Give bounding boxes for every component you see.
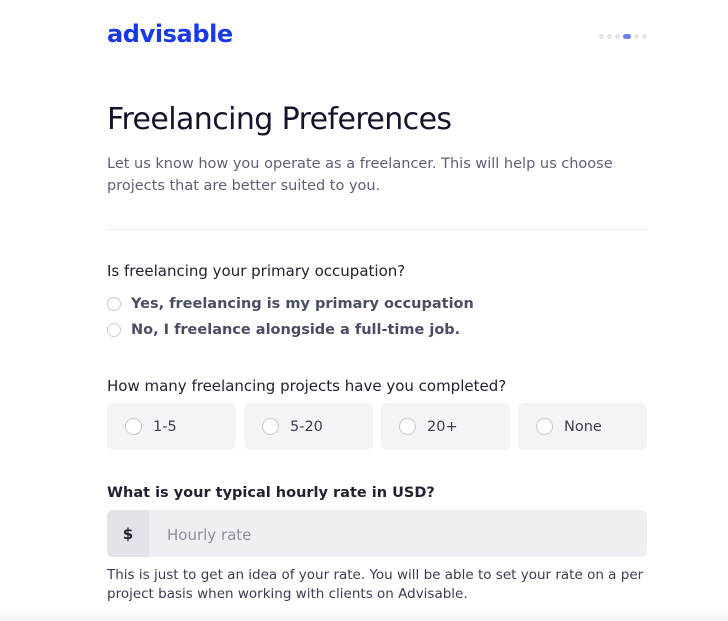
projects-option-none[interactable]: None xyxy=(518,403,647,450)
option-label: 20+ xyxy=(427,418,458,435)
hourly-rate-input[interactable] xyxy=(149,510,647,557)
progress-dot xyxy=(615,34,620,39)
projects-option-5-20[interactable]: 5-20 xyxy=(244,403,373,450)
projects-completed-options: 1-5 5-20 20+ None xyxy=(107,403,647,450)
radio-icon[interactable] xyxy=(125,418,142,435)
option-label: No, I freelance alongside a full-time jo… xyxy=(131,322,461,338)
radio-icon[interactable] xyxy=(107,323,121,337)
page-subtitle: Let us know how you operate as a freelan… xyxy=(107,156,613,194)
projects-option-20-plus[interactable]: 20+ xyxy=(381,403,510,450)
primary-occupation-option-yes[interactable]: Yes, freelancing is my primary occupatio… xyxy=(107,294,474,314)
progress-dots xyxy=(599,34,647,39)
progress-dot-current xyxy=(623,34,631,39)
option-label: Yes, freelancing is my primary occupatio… xyxy=(131,296,474,312)
progress-dot xyxy=(634,34,639,39)
section-divider xyxy=(107,229,647,230)
projects-option-1-5[interactable]: 1-5 xyxy=(107,403,236,450)
advisable-logo[interactable]: advisable xyxy=(107,19,233,49)
top-bar: advisable xyxy=(107,18,647,52)
bottom-fade xyxy=(0,607,728,621)
projects-completed-question: How many freelancing projects have you c… xyxy=(107,377,507,395)
radio-icon[interactable] xyxy=(262,418,279,435)
radio-icon[interactable] xyxy=(399,418,416,435)
primary-occupation-option-no[interactable]: No, I freelance alongside a full-time jo… xyxy=(107,320,460,340)
option-label: 1-5 xyxy=(153,418,177,435)
progress-dot xyxy=(607,34,612,39)
progress-dot xyxy=(642,34,647,39)
primary-occupation-question: Is freelancing your primary occupation? xyxy=(107,262,406,280)
radio-icon[interactable] xyxy=(107,297,121,311)
option-label: 5-20 xyxy=(290,418,323,435)
hourly-rate-question: What is your typical hourly rate in USD? xyxy=(107,485,435,501)
hourly-rate-field[interactable]: $ xyxy=(107,510,647,557)
currency-prefix: $ xyxy=(107,510,149,557)
page-title: Freelancing Preferences xyxy=(107,102,452,137)
hourly-rate-help-text: This is just to get an idea of your rate… xyxy=(107,567,644,602)
radio-icon[interactable] xyxy=(536,418,553,435)
option-label: None xyxy=(564,418,602,435)
progress-dot xyxy=(599,34,604,39)
